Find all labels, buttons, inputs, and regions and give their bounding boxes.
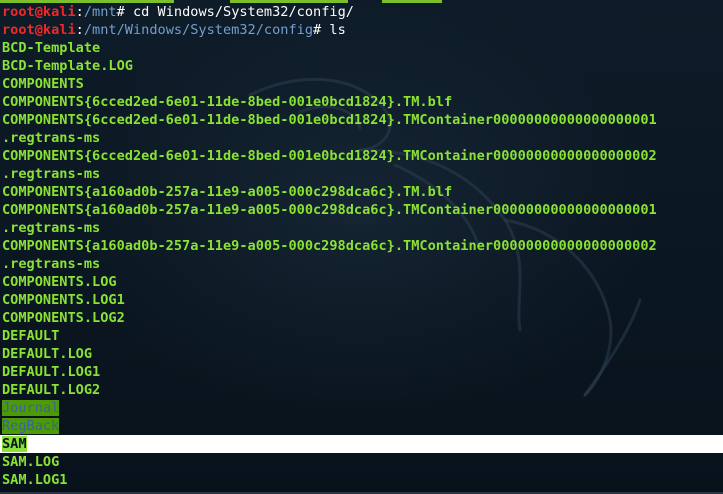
file-entry-wrap: .regtrans-ms (2, 130, 101, 146)
file-entry-wrap: .regtrans-ms (2, 256, 101, 272)
prompt-line: root@kali:/mnt/Windows/System32/config# … (2, 21, 723, 39)
prompt-line: root@kali:/mnt# cd Windows/System32/conf… (2, 3, 723, 21)
file-entry-selected: SAM (2, 436, 27, 452)
file-entry: COMPONENTS{6cced2ed-6e01-11de-8bed-001e0… (2, 148, 657, 164)
terminal-window[interactable]: root@kali:/mnt# cd Windows/System32/conf… (0, 0, 723, 494)
selected-row[interactable]: SAM (0, 435, 723, 453)
file-entry: SAM.LOG1 (2, 472, 68, 488)
terminal-output: root@kali:/mnt# cd Windows/System32/conf… (0, 3, 723, 489)
file-entry: DEFAULT (2, 328, 60, 344)
file-entry: BCD-Template (2, 40, 101, 56)
directory-name: RegBack (2, 418, 60, 434)
file-entry: DEFAULT.LOG (2, 346, 93, 362)
file-entry: SAM.LOG (2, 454, 60, 470)
prompt-symbol: # (313, 22, 322, 38)
file-entry: COMPONENTS (2, 76, 84, 92)
file-entry: DEFAULT.LOG2 (2, 382, 101, 398)
file-entry: DEFAULT.LOG1 (2, 364, 101, 380)
file-entry: COMPONENTS.LOG1 (2, 292, 125, 308)
file-entry: COMPONENTS.LOG2 (2, 310, 125, 326)
command-text: ls (321, 22, 346, 38)
file-entry: BCD-Template.LOG (2, 58, 133, 74)
file-entry: COMPONENTS{a160ad0b-257a-11e9-a005-000c2… (2, 184, 453, 200)
file-entry: COMPONENTS{6cced2ed-6e01-11de-8bed-001e0… (2, 94, 453, 110)
directory-entry: Journal (2, 399, 723, 417)
file-entry: COMPONENTS{a160ad0b-257a-11e9-a005-000c2… (2, 202, 657, 218)
command-text: cd Windows/System32/config/ (124, 4, 354, 20)
prompt-path: /mnt (83, 4, 117, 20)
file-entry: COMPONENTS{a160ad0b-257a-11e9-a005-000c2… (2, 238, 657, 254)
prompt-user: root@kali (2, 22, 76, 38)
directory-entry: RegBack (2, 417, 723, 435)
prompt-separator: : (75, 22, 84, 38)
directory-name: Journal (2, 400, 60, 416)
prompt-separator: : (75, 4, 84, 20)
file-entry-wrap: .regtrans-ms (2, 166, 101, 182)
file-entry-wrap: .regtrans-ms (2, 220, 101, 236)
prompt-user: root@kali (2, 4, 76, 20)
file-entry: COMPONENTS{6cced2ed-6e01-11de-8bed-001e0… (2, 112, 657, 128)
prompt-path: /mnt/Windows/System32/config (83, 22, 314, 38)
file-entry: COMPONENTS.LOG (2, 274, 117, 290)
prompt-symbol: # (116, 4, 125, 20)
